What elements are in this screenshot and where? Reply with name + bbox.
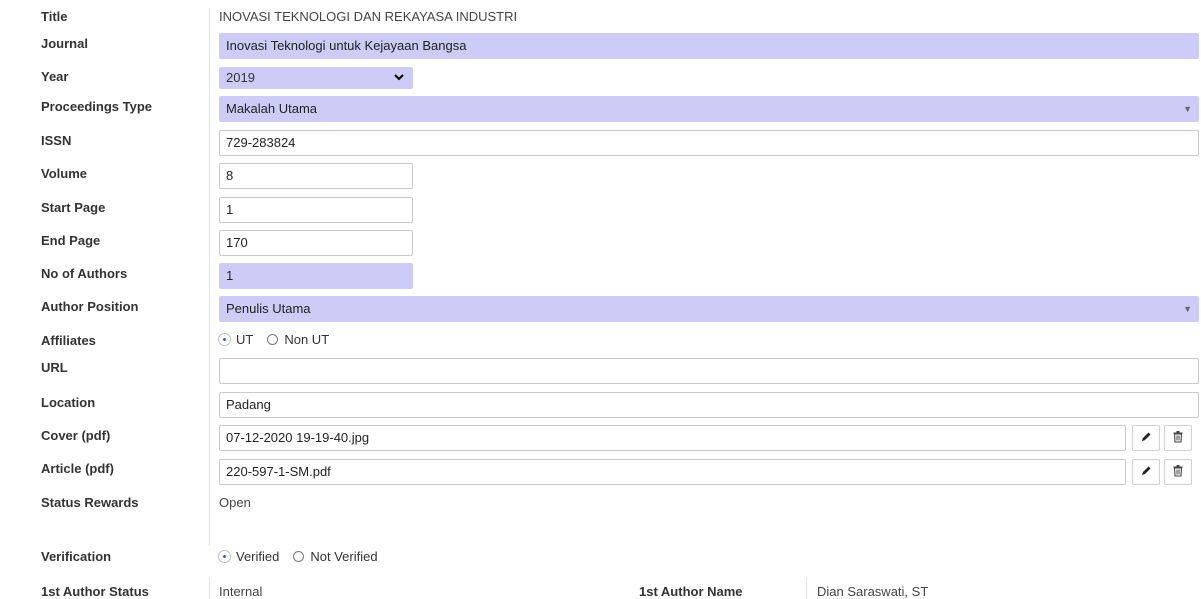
trash-icon (1172, 464, 1184, 480)
journal-value: Inovasi Teknologi untuk Kejayaan Bangsa (226, 38, 467, 53)
pencil-icon (1140, 465, 1152, 480)
trash-icon (1172, 430, 1184, 446)
location-label: Location (41, 395, 96, 410)
affiliates-label: Affiliates (41, 333, 96, 348)
article-file-input[interactable]: 220-597-1-SM.pdf (219, 459, 1126, 485)
start-page-input[interactable]: 1 (219, 197, 413, 223)
year-value: 2019 (226, 70, 255, 85)
radio-ut-label[interactable]: UT (236, 332, 253, 347)
cover-delete-button[interactable] (1164, 425, 1192, 451)
title-value: INOVASI TEKNOLOGI DAN REKAYASA INDUSTRI (219, 9, 518, 24)
year-select[interactable]: 2019 (219, 67, 413, 89)
no-of-authors-value: 1 (226, 268, 234, 283)
volume-label: Volume (41, 166, 87, 181)
start-page-value: 1 (226, 202, 234, 217)
status-rewards-value: Open (219, 495, 251, 510)
url-label: URL (41, 360, 68, 375)
author-position-select[interactable]: Penulis Utama ▼ (219, 296, 1199, 322)
caret-down-icon: ▼ (1183, 304, 1192, 314)
first-author-status-value: Internal (219, 584, 263, 599)
cover-file-input[interactable]: 07-12-2020 19-19-40.jpg (219, 425, 1126, 451)
verification-label: Verification (41, 549, 112, 564)
proceedings-type-value: Makalah Utama (226, 101, 318, 116)
title-label: Title (41, 9, 68, 24)
end-page-label: End Page (41, 233, 101, 248)
article-file-name: 220-597-1-SM.pdf (226, 464, 331, 479)
journal-label: Journal (41, 36, 88, 51)
url-input[interactable] (219, 358, 1199, 384)
verification-radio-group: Verified Not Verified (219, 549, 392, 564)
radio-not-verified[interactable] (293, 551, 305, 562)
affiliates-radio-group: UT Non UT (219, 332, 343, 347)
status-rewards-label: Status Rewards (41, 495, 139, 510)
chevron-down-icon (394, 70, 404, 90)
start-page-label: Start Page (41, 200, 106, 215)
issn-value: 729-283824 (226, 135, 296, 150)
radio-verified[interactable] (219, 551, 230, 562)
location-value: Padang (226, 397, 271, 412)
no-of-authors-label: No of Authors (41, 266, 128, 281)
author-position-label: Author Position (41, 299, 139, 314)
cover-edit-button[interactable] (1132, 425, 1160, 451)
radio-not-verified-label[interactable]: Not Verified (310, 549, 377, 564)
caret-down-icon: ▼ (1183, 104, 1192, 114)
article-label: Article (pdf) (41, 461, 114, 476)
volume-input[interactable]: 8 (219, 163, 413, 189)
journal-field[interactable]: Inovasi Teknologi untuk Kejayaan Bangsa (219, 33, 1199, 59)
divider (806, 578, 807, 599)
author-position-value: Penulis Utama (226, 301, 311, 316)
no-of-authors-field[interactable]: 1 (219, 263, 413, 289)
proceedings-type-label: Proceedings Type (41, 99, 153, 114)
first-author-name-value: Dian Saraswati, ST (817, 584, 929, 599)
first-author-name-label: 1st Author Name (639, 584, 743, 599)
radio-ut[interactable] (219, 334, 230, 345)
pencil-icon (1140, 431, 1152, 446)
issn-input[interactable]: 729-283824 (219, 130, 1199, 156)
radio-non-ut-label[interactable]: Non UT (284, 332, 329, 347)
volume-value: 8 (226, 168, 234, 183)
end-page-input[interactable]: 170 (219, 230, 413, 256)
end-page-value: 170 (226, 235, 248, 250)
location-input[interactable]: Padang (219, 392, 1199, 418)
radio-non-ut[interactable] (267, 334, 279, 345)
article-edit-button[interactable] (1132, 459, 1160, 485)
divider (209, 578, 210, 599)
divider (209, 8, 210, 546)
radio-verified-label[interactable]: Verified (236, 549, 279, 564)
article-delete-button[interactable] (1164, 459, 1192, 485)
proceedings-type-select[interactable]: Makalah Utama ▼ (219, 96, 1199, 122)
cover-label: Cover (pdf) (41, 428, 111, 443)
cover-file-name: 07-12-2020 19-19-40.jpg (226, 430, 370, 445)
issn-label: ISSN (41, 133, 72, 148)
year-label: Year (41, 69, 69, 84)
first-author-status-label: 1st Author Status (41, 584, 149, 599)
